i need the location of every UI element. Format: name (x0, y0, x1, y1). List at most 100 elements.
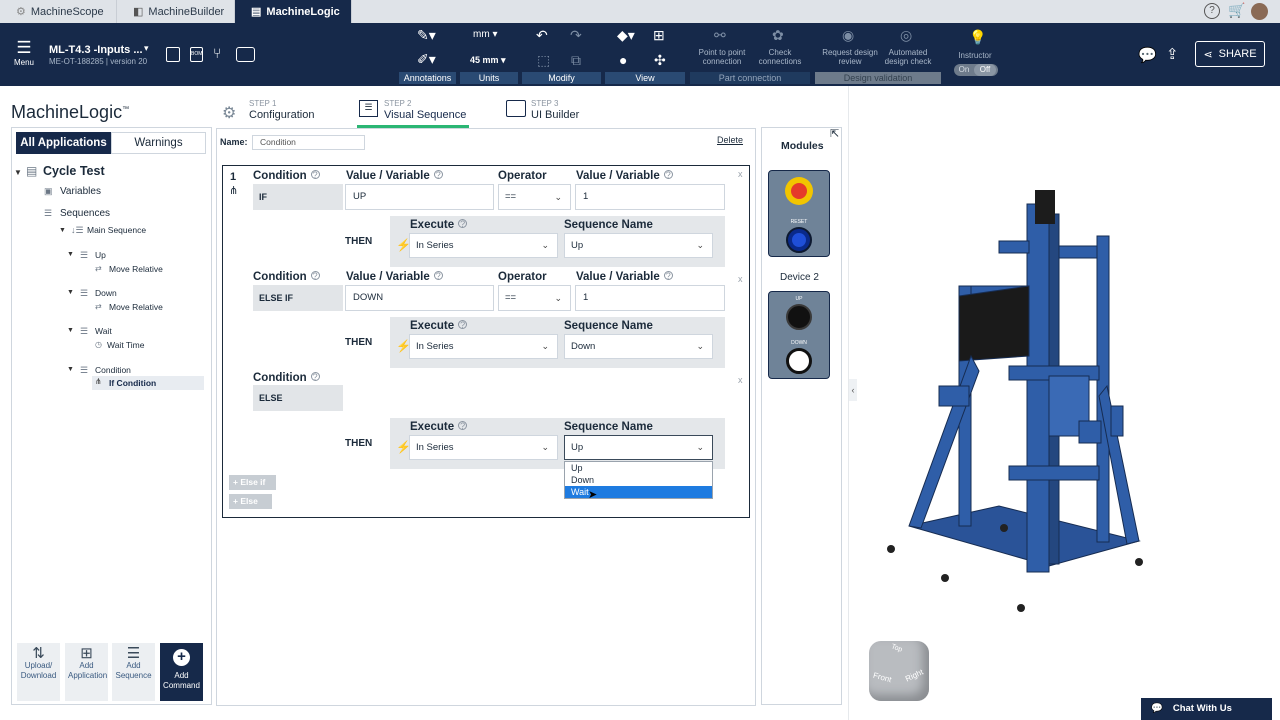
project-title[interactable]: ML-T4.3 -Inputs ... (49, 44, 143, 56)
chat-with-us-button[interactable]: 💬 Chat With Us (1141, 698, 1272, 720)
add-else-button[interactable]: + Else (229, 494, 272, 509)
emergency-stop-button[interactable] (785, 177, 813, 205)
expand-triangle[interactable]: ▼ (59, 227, 66, 234)
chat-icon: 💬 (1151, 703, 1163, 714)
execute-select[interactable]: In Series ⌄ (409, 435, 558, 460)
chevron-down-icon[interactable]: ▾ (144, 43, 149, 54)
tree-condition[interactable]: Condition (95, 365, 131, 375)
branch-icon[interactable]: ⑂ (213, 45, 221, 61)
tree-up[interactable]: Up (95, 250, 106, 260)
tab-all-applications[interactable]: All Applications (16, 132, 111, 154)
bom-icon[interactable]: BOM (190, 47, 203, 62)
expand-triangle[interactable]: ▼ (67, 289, 74, 296)
tree-variables[interactable]: Variables (60, 186, 101, 197)
share-button[interactable]: ⋖ SHARE (1195, 41, 1265, 67)
expand-triangle[interactable]: ▼ (14, 168, 22, 177)
operator-select[interactable]: == ⌄ (498, 285, 571, 311)
tree-down[interactable]: Down (95, 288, 117, 298)
device-2-module[interactable]: UP DOWN (768, 291, 830, 379)
point-to-point-icon[interactable]: ⚯ (714, 27, 726, 44)
reset-button[interactable] (786, 227, 812, 253)
hierarchy-icon[interactable]: ⊞ (653, 27, 665, 44)
check-connections-icon[interactable]: ✿ (772, 27, 784, 44)
annotate-pen-icon[interactable]: ✐▾ (417, 51, 436, 68)
explode-icon[interactable]: ● (619, 52, 627, 68)
annotate-tag-icon[interactable]: ✎▾ (417, 27, 436, 44)
3d-viewport[interactable]: ‹ Top Front Right (848, 86, 1280, 720)
step-configuration[interactable]: ⚙ STEP 1 Configuration (222, 97, 342, 125)
menu-button[interactable]: ☰ Menu (12, 39, 36, 67)
dropdown-option-up[interactable]: Up (565, 462, 712, 474)
add-command-button[interactable]: + Add Command (160, 643, 203, 701)
lhs-value-input[interactable]: DOWN (345, 285, 494, 311)
remove-row-icon[interactable]: x (738, 274, 743, 284)
units-size-dropdown[interactable]: 45 mm ▾ (470, 55, 506, 66)
add-application-button[interactable]: ⊞ Add Application (65, 643, 108, 701)
tree-wait-time[interactable]: Wait Time (107, 340, 144, 350)
undo-icon[interactable]: ↶ (536, 27, 548, 44)
camera-icon[interactable] (236, 47, 255, 62)
tree-selected-row[interactable]: ⋔ If Condition (92, 376, 204, 390)
ungroup-icon[interactable]: ⧉ (571, 52, 581, 69)
sequence-select[interactable]: Down ⌄ (564, 334, 713, 359)
external-link-icon[interactable]: ⇱ (830, 127, 839, 140)
rhs-value-input[interactable]: 1 (575, 184, 725, 210)
expand-triangle[interactable]: ▼ (67, 327, 74, 334)
step-visual-sequence[interactable]: ☰ STEP 2 Visual Sequence (357, 97, 469, 128)
name-input[interactable]: Condition (252, 135, 365, 150)
tab-machinescope[interactable]: ⚙ MachineScope (0, 0, 117, 23)
automated-design-check-button[interactable]: Automated design check (880, 48, 936, 66)
group-modify-label: Modify (522, 72, 601, 84)
tree-wait[interactable]: Wait (95, 326, 112, 336)
step-ui-builder[interactable]: STEP 3 UI Builder (504, 97, 604, 125)
tree-sequences[interactable]: Sequences (60, 208, 110, 219)
group-select-icon[interactable]: ⬚ (537, 52, 550, 69)
operator-select[interactable]: == ⌄ (498, 184, 571, 210)
help-icon: ? (310, 170, 320, 180)
user-avatar[interactable] (1251, 3, 1268, 20)
help-icon[interactable]: ? (1204, 3, 1220, 19)
up-button[interactable] (786, 304, 812, 330)
expand-triangle[interactable]: ▼ (67, 366, 74, 373)
down-button[interactable] (786, 348, 812, 374)
lhs-value-input[interactable]: UP (345, 184, 494, 210)
tab-warnings[interactable]: Warnings (111, 132, 206, 154)
view-cube-icon[interactable]: ◆▾ (617, 27, 635, 44)
save-icon[interactable] (166, 47, 180, 62)
request-design-review-button[interactable]: Request design review (822, 48, 878, 66)
remove-row-icon[interactable]: x (738, 375, 743, 385)
device-1-module[interactable]: RESET (768, 170, 830, 257)
sequence-select[interactable]: Up ⌄ (564, 233, 713, 258)
expand-triangle[interactable]: ▼ (67, 251, 74, 258)
view-cube[interactable]: Top Front Right (869, 641, 929, 701)
collapse-icon[interactable]: ✣ (654, 52, 666, 69)
delete-link[interactable]: Delete (717, 135, 743, 145)
tree-root-cycle-test[interactable]: Cycle Test (43, 164, 105, 178)
dropdown-option-down[interactable]: Down (565, 474, 712, 486)
upload-download-button[interactable]: ⇅ Upload/ Download (17, 643, 60, 701)
check-connections-button[interactable]: Check connections (754, 48, 806, 66)
execute-select[interactable]: In Series ⌄ (409, 233, 558, 258)
tree-up-move-relative[interactable]: Move Relative (109, 264, 163, 274)
sequence-select-open[interactable]: Up ⌄ (564, 435, 713, 460)
execute-value: In Series (416, 341, 454, 352)
request-review-icon[interactable]: ◉ (842, 27, 854, 44)
units-mm-dropdown[interactable]: mm ▾ (473, 29, 497, 40)
remove-row-icon[interactable]: x (738, 169, 743, 179)
instructor-toggle[interactable]: On Off (954, 64, 998, 76)
point-to-point-connection-button[interactable]: Point to point connection (694, 48, 750, 66)
add-sequence-button[interactable]: ☰ Add Sequence (112, 643, 155, 701)
redo-icon[interactable]: ↷ (570, 27, 582, 44)
comment-icon[interactable]: 💬 (1138, 46, 1157, 64)
rhs-value-input[interactable]: 1 (575, 285, 725, 311)
export-icon[interactable]: ⇪ (1166, 45, 1179, 63)
cart-icon[interactable]: 🛒 (1228, 2, 1245, 19)
tree-down-move-relative[interactable]: Move Relative (109, 302, 163, 312)
tree-main-sequence[interactable]: Main Sequence (87, 225, 146, 235)
tab-machinebuilder[interactable]: ◧ MachineBuilder (117, 0, 235, 23)
automated-check-icon[interactable]: ◎ (900, 27, 912, 44)
add-else-if-button[interactable]: + Else if (229, 475, 276, 490)
tab-machinelogic[interactable]: ▤ MachineLogic (235, 0, 352, 23)
variables-icon: ▣ (44, 186, 53, 196)
execute-select[interactable]: In Series ⌄ (409, 334, 558, 359)
